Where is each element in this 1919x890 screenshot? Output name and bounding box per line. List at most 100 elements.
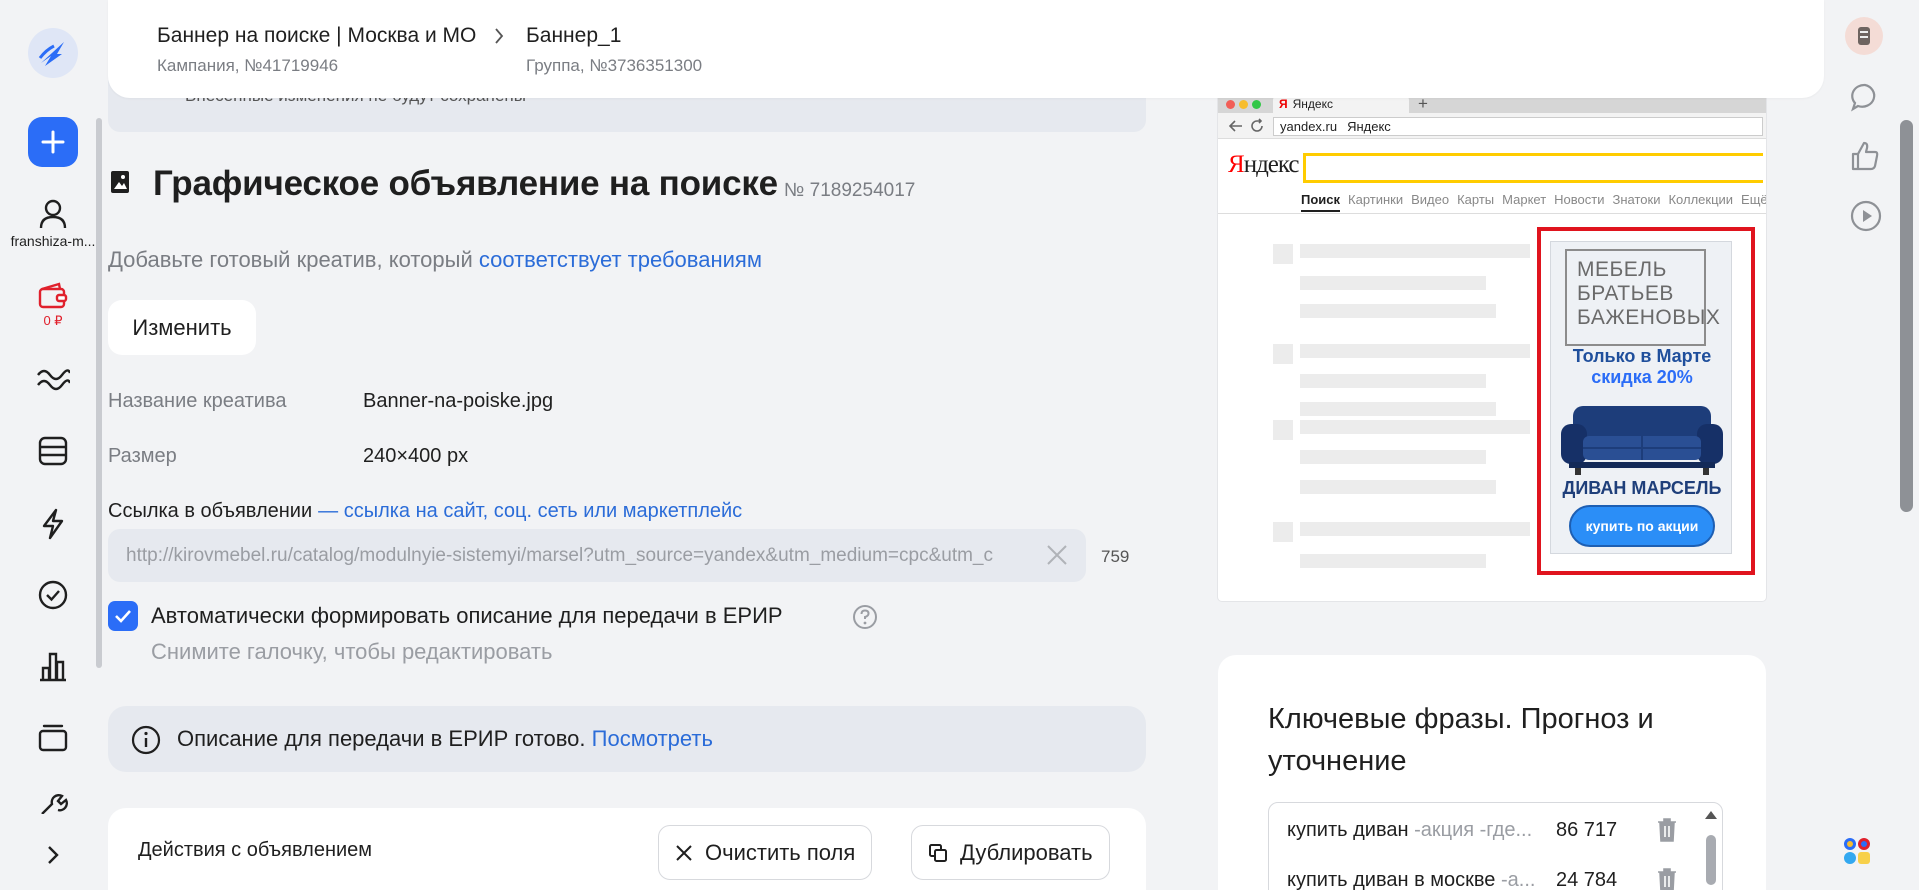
- check-circle-icon: [38, 580, 68, 610]
- scroll-up-icon: [1705, 811, 1717, 819]
- breadcrumb-group[interactable]: Баннер_1 Группа, №3736351300: [526, 24, 702, 76]
- banner-promo-line2: скидка 20%: [1591, 367, 1693, 387]
- keywords-scroll-thumb[interactable]: [1706, 835, 1716, 885]
- ad-link-label-text: Ссылка в объявлении: [108, 500, 313, 522]
- address-field: yandex.ru Яндекс: [1273, 117, 1763, 136]
- banner-brand-line: БАЖЕНОВЫХ: [1577, 306, 1721, 329]
- sidebar-item-moderation[interactable]: [0, 580, 106, 610]
- yandex-search-box: [1303, 153, 1763, 183]
- delete-keyword-button[interactable]: [1656, 817, 1678, 848]
- image-ad-icon: [110, 170, 130, 199]
- page-title: Графическое объявление на поиске: [153, 164, 778, 203]
- page-scrollbar[interactable]: [1900, 120, 1913, 512]
- wallet-button[interactable]: 0 ₽: [0, 282, 106, 329]
- help-question-icon[interactable]: [852, 604, 878, 635]
- sidebar-item-reports[interactable]: [0, 650, 106, 682]
- clear-fields-button[interactable]: Очистить поля: [658, 825, 873, 880]
- clear-link-button[interactable]: [1045, 543, 1069, 572]
- yandex-nav-item: Знатоки: [1612, 192, 1661, 207]
- keywords-scrollbar[interactable]: [1699, 803, 1722, 890]
- size-label: Размер: [108, 445, 177, 467]
- keywords-list: купить диван -акция -где... 86 717 купит…: [1268, 802, 1723, 890]
- profile-avatar[interactable]: [1844, 16, 1884, 61]
- ad-actions-panel: Действия с объявлением Очистить поля Дуб…: [108, 808, 1146, 890]
- yandex-apps-button[interactable]: [1842, 836, 1874, 873]
- yandex-logo-first: Я: [1228, 151, 1245, 178]
- banner-creative: МЕБЕЛЬ БРАТЬЕВ БАЖЕНОВЫХ Только в Марте …: [1550, 241, 1732, 554]
- app-logo[interactable]: [0, 28, 106, 78]
- yandex-favicon: Я: [1279, 97, 1288, 111]
- result-placeholder: [1273, 344, 1293, 364]
- chat-icon: [1851, 83, 1876, 112]
- keyword-row[interactable]: купить диван в москве -а...: [1287, 865, 1547, 890]
- keyword-row[interactable]: купить диван -акция -где...: [1287, 815, 1547, 845]
- sidebar-item-automation[interactable]: [0, 508, 106, 540]
- browser-tab: Я Яндекс: [1273, 96, 1409, 113]
- address-title: Яндекс: [1347, 119, 1391, 134]
- yandex-logo: Яндекс: [1228, 151, 1300, 179]
- sidebar-item-tools[interactable]: [0, 794, 106, 814]
- account-name: franshiza-m...: [10, 233, 96, 249]
- auto-description-checkbox[interactable]: [108, 601, 138, 631]
- browser-tab-label: Яндекс: [1292, 97, 1333, 111]
- left-sidebar: franshiza-m... 0 ₽: [0, 0, 106, 890]
- rocket-logo-icon: [28, 28, 78, 78]
- sidebar-scrollbar[interactable]: [96, 118, 102, 668]
- change-creative-button[interactable]: Изменить: [108, 300, 256, 355]
- erir-view-link[interactable]: Посмотреть: [592, 726, 713, 751]
- ad-number: № 7189254017: [784, 180, 916, 201]
- duplicate-button[interactable]: Дублировать: [911, 825, 1110, 880]
- result-placeholder: [1300, 374, 1486, 388]
- creative-hint-text: Добавьте готовый креатив, который: [108, 247, 479, 272]
- result-placeholder: [1273, 244, 1293, 264]
- result-placeholder: [1300, 244, 1530, 258]
- close-icon: [676, 844, 692, 861]
- creative-hint: Добавьте готовый креатив, который соотве…: [108, 247, 762, 273]
- result-placeholder: [1300, 304, 1496, 318]
- yandex-nav-item: Карты: [1457, 192, 1495, 207]
- auto-description-label[interactable]: Автоматически формировать описание для п…: [151, 603, 783, 629]
- sofa-image: [1561, 406, 1723, 475]
- result-placeholder: [1300, 450, 1486, 464]
- creative-name-label: Название креатива: [108, 390, 287, 412]
- breadcrumb-campaign[interactable]: Баннер на поиске | Москва и МО Кампания,…: [157, 24, 476, 76]
- wrench-icon: [41, 794, 68, 814]
- result-placeholder: [1300, 402, 1496, 416]
- creative-name-value: Banner-na-poiske.jpg: [363, 390, 554, 412]
- breadcrumb-separator-icon: [493, 26, 505, 51]
- result-placeholder: [1300, 522, 1530, 536]
- account-button[interactable]: franshiza-m...: [0, 198, 106, 249]
- feedback-button[interactable]: [1850, 140, 1880, 177]
- avatar: [1845, 17, 1883, 55]
- sidebar-item-layers[interactable]: [0, 722, 106, 752]
- ad-link-input[interactable]: [126, 529, 1046, 582]
- delete-keyword-button[interactable]: [1656, 867, 1678, 890]
- trash-icon: [1658, 818, 1676, 842]
- duplicate-label: Дублировать: [960, 839, 1093, 865]
- info-icon: [131, 725, 161, 760]
- expand-sidebar-button[interactable]: [38, 840, 68, 875]
- chat-button[interactable]: [1850, 82, 1880, 117]
- yandex-nav-item: Видео: [1411, 192, 1450, 207]
- new-tab-icon: +: [1418, 96, 1428, 113]
- plus-icon: [28, 117, 78, 167]
- address-url: yandex.ru: [1280, 119, 1338, 134]
- result-placeholder: [1273, 420, 1293, 440]
- yandex-nav-item: Поиск: [1301, 192, 1341, 212]
- ad-link-hint[interactable]: — ссылка на сайт, соц. сеть или маркетпл…: [318, 500, 742, 522]
- video-tutorial-button[interactable]: [1850, 200, 1882, 237]
- ad-link-field[interactable]: [108, 529, 1086, 582]
- yandex-nav-item: Картинки: [1348, 192, 1404, 207]
- reload-icon: [1251, 118, 1263, 132]
- sidebar-item-campaigns[interactable]: [0, 436, 106, 466]
- group-title: Баннер_1: [526, 24, 622, 47]
- window-close-dot: [1226, 100, 1235, 109]
- keyword-forecast: 24 784: [1556, 869, 1618, 890]
- yandex-nav-item: Новости: [1554, 192, 1605, 207]
- sidebar-item-stats[interactable]: [0, 364, 106, 392]
- requirements-link[interactable]: соответствует требованиям: [479, 247, 762, 272]
- keyword-forecast: 86 717: [1556, 819, 1618, 841]
- create-button[interactable]: [0, 117, 106, 167]
- stats-waves-icon: [37, 369, 70, 391]
- result-placeholder: [1273, 522, 1293, 542]
